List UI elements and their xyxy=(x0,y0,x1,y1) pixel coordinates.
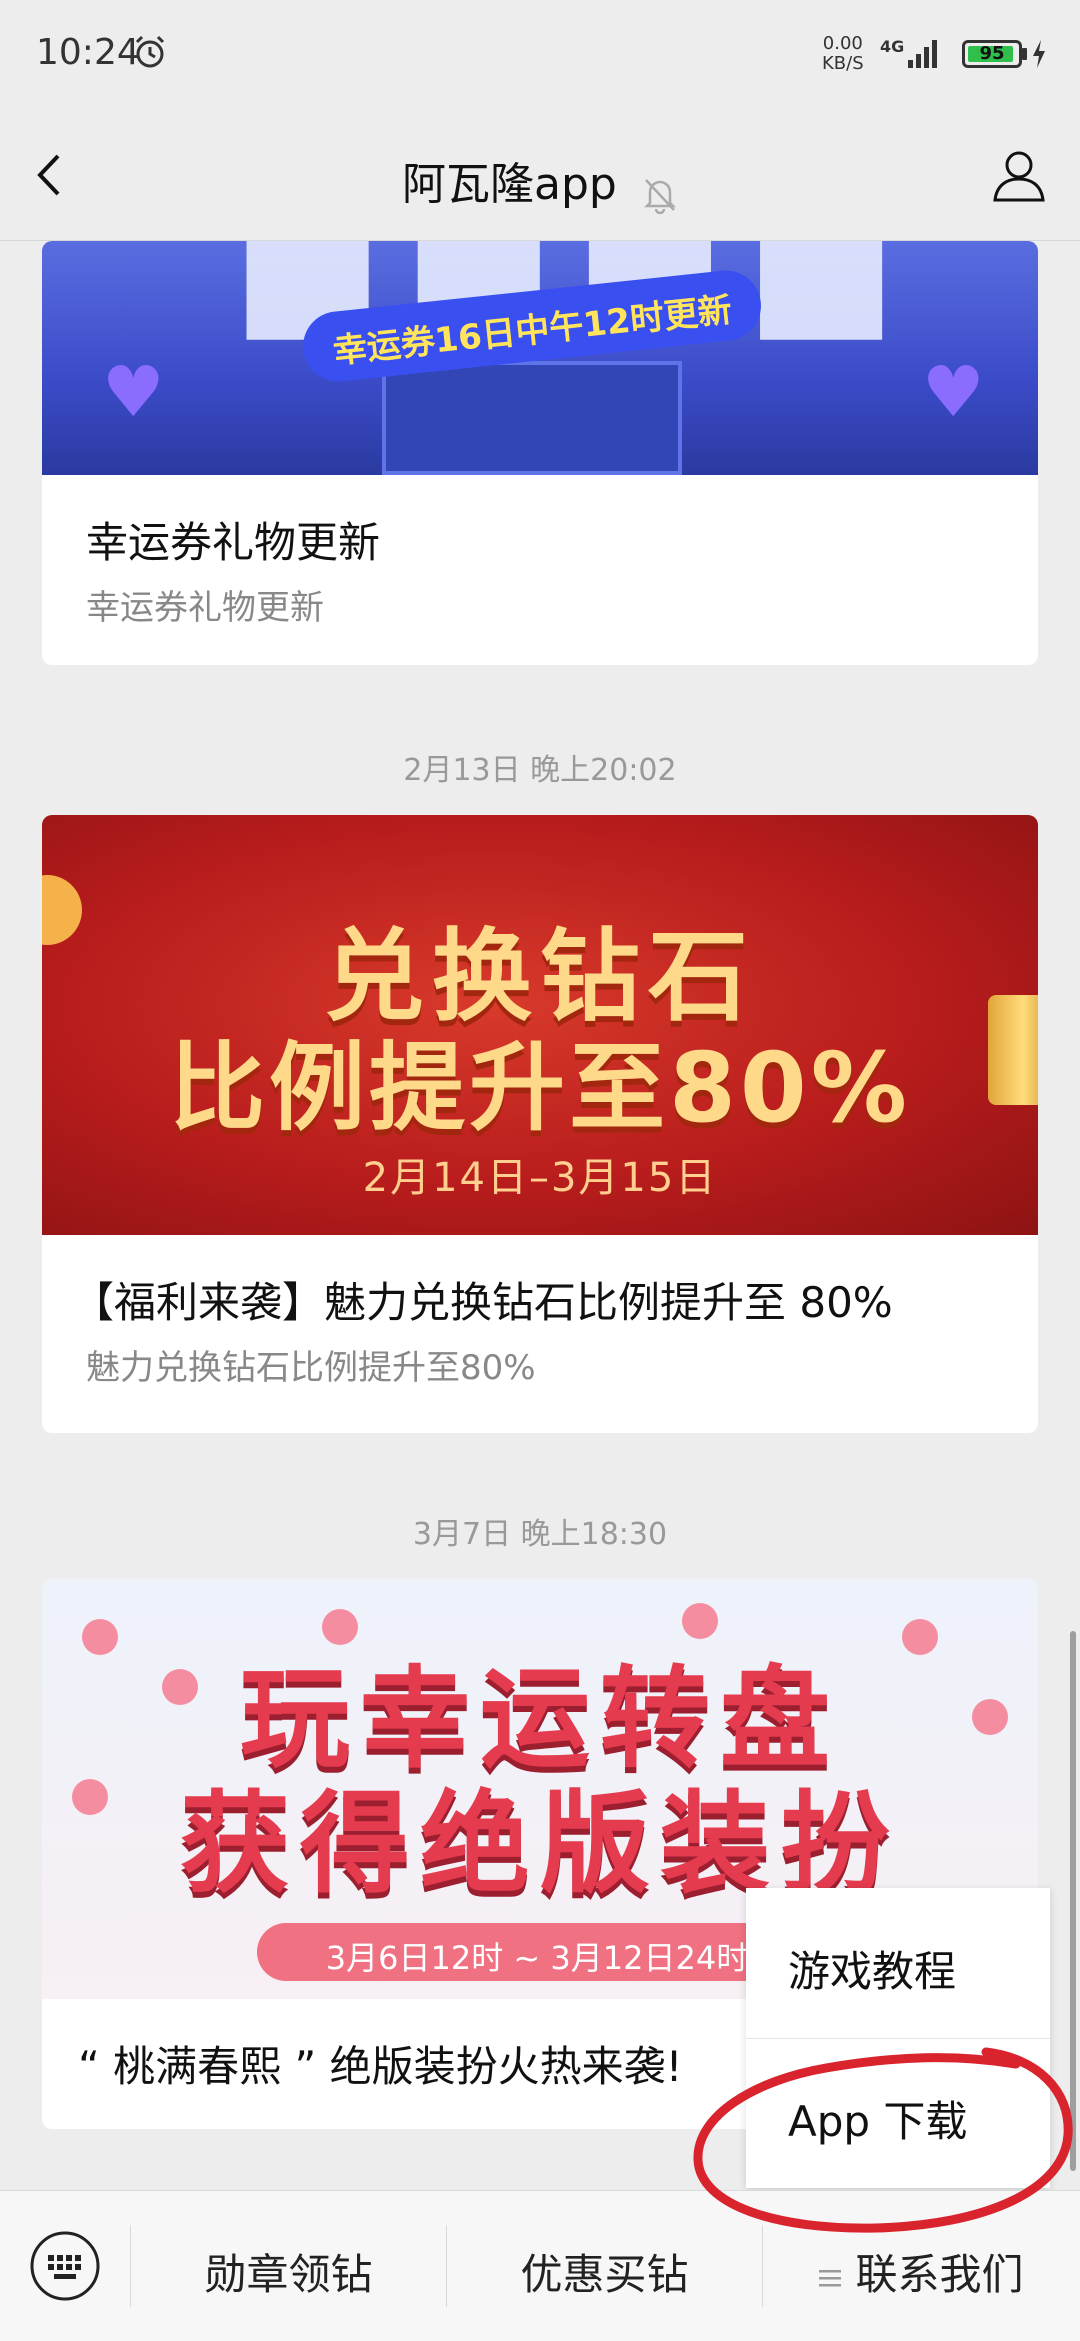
banner-date: 3月6日12时 ~ 3月12日24时 xyxy=(325,1939,749,1977)
article-subtitle: 魅力兑换钻石比例提升至80% xyxy=(86,1348,536,1388)
bottom-menu-bar: 勋章领钻 优惠买钻 联系我们 xyxy=(0,2190,1080,2341)
article-card[interactable]: ■■■■ 幸运券16日中午12时更新 ♥ ♥ 幸运券礼物更新 幸运券礼物更新 xyxy=(42,241,1038,665)
menu-item-label: App 下载 xyxy=(788,2097,968,2146)
banner-headline: 比例提升至80% xyxy=(169,1032,911,1144)
banner-date: 2月14日–3月15日 xyxy=(362,1155,718,1201)
net-speed-value: 0.00 xyxy=(822,33,863,54)
banner-decoration xyxy=(382,361,682,475)
menu-discount-diamonds[interactable]: 优惠买钻 xyxy=(447,2191,762,2341)
net-speed-unit: KB/S xyxy=(822,53,864,74)
heart-icon: ♥ xyxy=(102,351,165,433)
status-bar: 10:24 0.00 KB/S 4G 95 xyxy=(0,0,1080,110)
article-banner[interactable]: 兑换钻石 比例提升至80% 2月14日–3月15日 xyxy=(42,815,1038,1235)
menu-label: 勋章领钻 xyxy=(204,2250,373,2299)
battery-nub xyxy=(1022,48,1027,60)
menu-item-label: 游戏教程 xyxy=(788,1947,957,1996)
title-wrap: 阿瓦隆app xyxy=(0,148,1080,214)
mute-bell-icon xyxy=(643,178,676,214)
chat-header: 阿瓦隆app xyxy=(0,110,1080,241)
contact-submenu: 游戏教程 App 下载 xyxy=(746,1888,1050,2188)
banner-date-pill: 3月6日12时 ~ 3月12日24时 xyxy=(257,1923,817,1981)
menu-medal-diamonds[interactable]: 勋章领钻 xyxy=(131,2191,446,2341)
scrollbar[interactable] xyxy=(1070,1631,1076,2171)
menu-contact-us[interactable]: 联系我们 xyxy=(763,2191,1080,2341)
article-subtitle: 幸运券礼物更新 xyxy=(86,588,324,628)
menu-label: 联系我们 xyxy=(855,2250,1024,2299)
battery-level: 95 xyxy=(979,43,1005,64)
message-timestamp: 3月7日 晚上18:30 xyxy=(412,1517,668,1552)
menu-item-game-tutorial[interactable]: 游戏教程 xyxy=(746,1888,1050,2038)
article-title[interactable]: 【福利来袭】魅力兑换钻石比例提升至 80% xyxy=(42,1235,1038,1330)
message-timestamp: 2月13日 晚上20:02 xyxy=(403,753,677,788)
article-card[interactable]: 兑换钻石 比例提升至80% 2月14日–3月15日 【福利来袭】魅力兑换钻石比例… xyxy=(42,815,1038,1433)
submenu-lines-icon xyxy=(819,2269,842,2286)
heart-icon: ♥ xyxy=(922,351,985,433)
menu-label: 优惠买钻 xyxy=(520,2250,689,2299)
signal-icon: 4G xyxy=(880,37,937,68)
net-speed: 0.00 KB/S xyxy=(822,34,864,74)
charging-icon xyxy=(1033,40,1045,68)
page-title: 阿瓦隆app xyxy=(402,159,617,210)
alarm-clock-icon xyxy=(135,35,165,68)
profile-icon[interactable] xyxy=(990,146,1048,204)
keyboard-icon[interactable] xyxy=(28,2229,102,2303)
network-type-label: 4G xyxy=(880,37,904,56)
article-title[interactable]: 幸运券礼物更新 xyxy=(42,475,1038,570)
menu-label-wrap: 联系我们 xyxy=(763,2241,1080,2302)
article-banner[interactable]: ■■■■ 幸运券16日中午12时更新 ♥ ♥ xyxy=(42,241,1038,475)
menu-item-app-download[interactable]: App 下载 xyxy=(746,2038,1050,2188)
status-time: 10:24 xyxy=(36,32,140,73)
battery-indicator: 95 xyxy=(962,40,1022,68)
